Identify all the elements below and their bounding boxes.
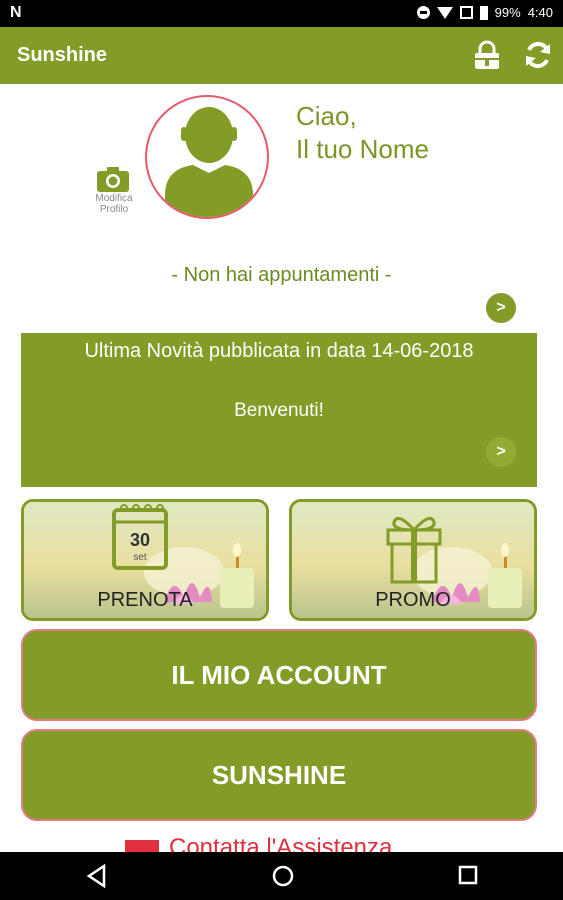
chevron-right-icon: >	[496, 299, 506, 316]
status-icons: 99% 4:40	[416, 5, 553, 20]
edit-profile-label-line2: Profilo	[99, 204, 129, 215]
edit-profile-label-line1: Modifica	[95, 193, 133, 204]
my-account-button[interactable]: IL MIO ACCOUNT	[21, 629, 537, 721]
news-body: Benvenuti!	[234, 400, 324, 421]
sunshine-button[interactable]: SUNSHINE	[21, 729, 537, 821]
lock-button[interactable]	[472, 40, 502, 70]
news-panel[interactable]: Ultima Novità pubblicata in data 14-06-2…	[21, 333, 537, 487]
no-appointments-text: - Non hai appuntamenti -	[171, 264, 392, 286]
news-headline: Ultima Novità pubblicata in data 14-06-2…	[84, 340, 474, 362]
tile-promo[interactable]: PROMO	[289, 499, 537, 621]
contact-support-link[interactable]: Contatta l'Assistenza	[125, 834, 445, 852]
news-next-button[interactable]: >	[486, 437, 516, 467]
app-bar: Sunshine	[0, 27, 563, 84]
profile-avatar[interactable]	[145, 95, 269, 219]
greeting-hello: Ciao,	[296, 101, 357, 131]
refresh-button[interactable]	[523, 40, 553, 70]
camera-icon	[97, 167, 129, 192]
avatar-silhouette-icon	[165, 107, 253, 217]
battery-icon	[479, 5, 488, 20]
recent-apps-icon[interactable]	[457, 864, 479, 886]
status-bar: N 99% 4:40	[0, 0, 563, 27]
appointments-next-button[interactable]: >	[486, 293, 516, 323]
battery-level: 99%	[494, 5, 521, 20]
app-title: Sunshine	[17, 44, 108, 66]
notification-n-icon: N	[10, 4, 22, 21]
system-nav-bar	[0, 852, 563, 900]
greeting-name: Il tuo Nome	[296, 134, 429, 164]
calendar-month: set	[133, 552, 147, 563]
wifi-icon	[436, 6, 453, 19]
chevron-right-icon: >	[496, 443, 506, 460]
edit-profile-label[interactable]: Modifica Profilo	[84, 193, 144, 215]
calendar-icon: 30 set	[130, 530, 150, 563]
do-not-disturb-icon	[416, 6, 430, 19]
tile-prenota[interactable]: 30 set PRENOTA	[21, 499, 269, 621]
mail-icon	[125, 840, 159, 852]
calendar-day: 30	[130, 530, 150, 550]
refresh-icon	[526, 41, 550, 69]
greeting: Ciao, Il tuo Nome	[296, 100, 429, 166]
edit-profile-camera-button[interactable]	[96, 165, 130, 193]
clock: 4:40	[527, 5, 553, 20]
home-icon[interactable]	[271, 864, 295, 888]
back-icon[interactable]	[86, 864, 108, 888]
tile-prenota-label: PRENOTA	[97, 589, 193, 611]
contact-support-label: Contatta l'Assistenza	[169, 834, 393, 852]
lock-icon	[475, 40, 499, 69]
gift-icon	[386, 516, 442, 584]
tile-promo-label: PROMO	[375, 589, 451, 611]
no-signal-icon	[459, 6, 473, 19]
